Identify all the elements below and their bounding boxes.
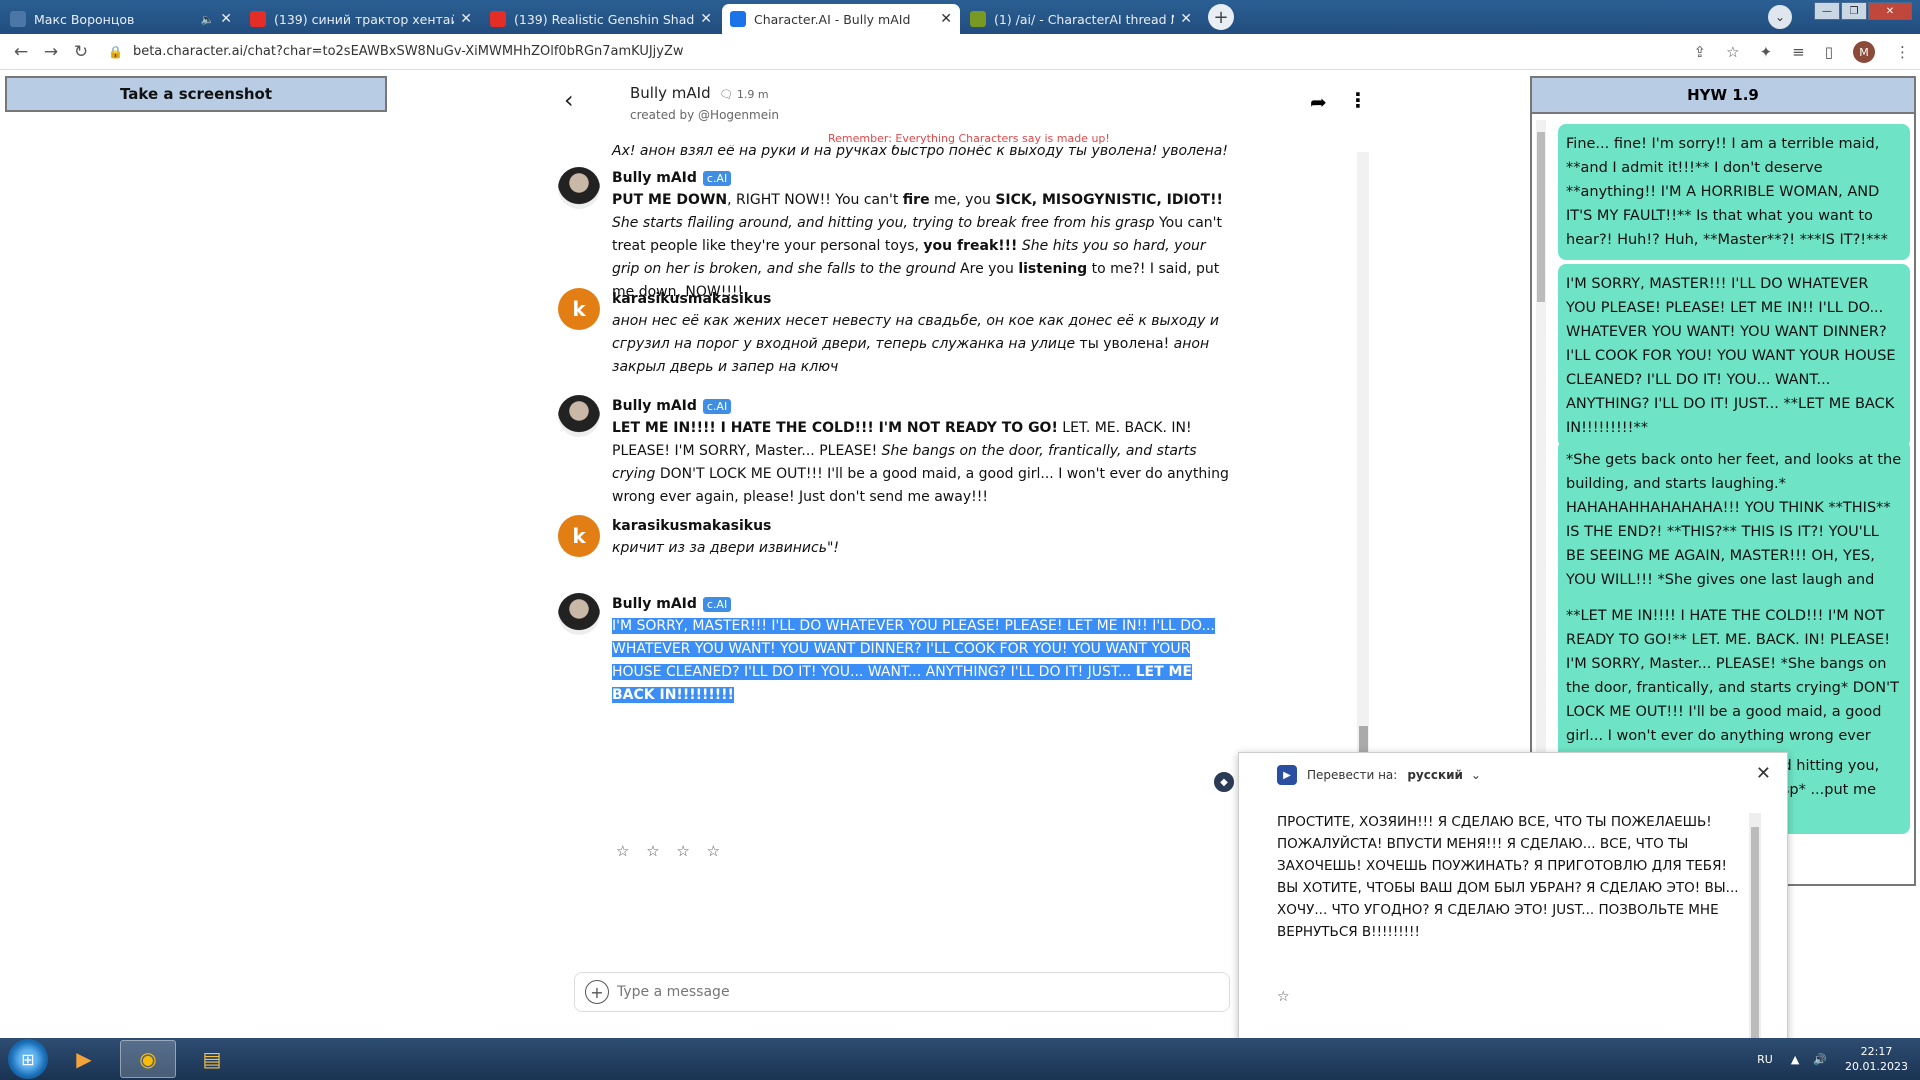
message-author: Bully mAId c.AI [612,593,732,616]
browser-toolbar: ← → ↻ 🔒 beta.character.ai/chat?char=to2s… [0,34,1920,70]
language-indicator[interactable]: RU [1757,1053,1773,1066]
message-author: karasikusmakasikus [612,518,772,534]
message-input[interactable]: + Type a message [574,972,1230,1012]
message-author: Bully mAId c.AI [612,395,732,418]
tab-search-button[interactable]: ⌄ [1768,5,1792,29]
side-panel-icon[interactable]: ▯ [1825,43,1833,61]
cai-badge: c.AI [702,171,732,186]
translator-logo-icon: ▶ [1277,765,1297,785]
share-icon[interactable]: ➦ [1310,90,1327,114]
avatar[interactable] [558,593,600,635]
minimize-button[interactable]: — [1814,2,1840,20]
bot-name: Bully mAId 🗨 1.9 m [630,84,769,102]
avatar[interactable] [558,167,600,209]
menu-dots-icon[interactable]: ⋮ [1895,43,1910,61]
characterai-icon [730,11,746,27]
translate-scrollbar[interactable] [1749,813,1761,1049]
forward-icon[interactable]: → [36,42,66,62]
hyw-message-bubble[interactable]: I'M SORRY, MASTER!!! I'LL DO WHATEVER YO… [1558,264,1910,448]
avatar[interactable] [558,395,600,437]
tab-title: (139) Realistic Genshin Shaders G [514,11,695,27]
avatar[interactable]: k [558,515,600,557]
hyw-panel-title: HYW 1.9 [1532,78,1914,114]
chat-header: ‹ Bully mAId 🗨 1.9 m created by @Hogenme… [548,76,1368,132]
close-tab-icon[interactable]: ✕ [940,11,952,27]
language-select[interactable]: русский [1407,768,1463,782]
close-tab-icon[interactable]: ✕ [700,11,712,27]
tab-title: Макс Воронцов [34,11,135,27]
maximize-button[interactable]: ❐ [1841,2,1867,20]
close-window-button[interactable]: ✕ [1868,2,1912,20]
tab-title: Character.AI - Bully mAId [754,11,911,27]
cut-message: Ах! анон взял её на руки и на ручках быс… [612,145,1228,159]
back-icon[interactable]: ← [6,42,36,62]
close-icon[interactable]: ✕ [1756,763,1771,784]
take-screenshot-button[interactable]: Take a screenshot [5,76,387,112]
system-tray: RU ▲ 🔊 22:17 20.01.2023 [1757,1038,1908,1080]
translate-popup: ▶ Перевести на: русский ⌄ ✕ ПРОСТИТЕ, ХО… [1238,752,1788,1050]
message-text: I'M SORRY, MASTER!!! I'LL DO WHATEVER YO… [612,618,1215,703]
start-button[interactable]: ⊞ [8,1039,48,1079]
close-tab-icon[interactable]: ✕ [220,11,232,27]
share-page-icon[interactable]: ⇪ [1694,43,1707,61]
disclaimer-text: Remember: Everything Characters say is m… [828,132,1110,145]
tray-arrow-icon[interactable]: ▲ [1791,1053,1799,1066]
4chan-icon [970,11,986,27]
creator-label[interactable]: created by @Hogenmein [630,108,779,122]
message-author: Bully mAId c.AI [612,167,732,190]
chevron-down-icon[interactable]: ⌄ [1471,768,1481,782]
translate-header: ▶ Перевести на: русский ⌄ [1277,765,1481,785]
message-text: LET ME IN!!!! I HATE THE COLD!!! I'M NOT… [612,420,1229,505]
message-text: кричит из за двери извинись"! [612,540,840,556]
hyw-message-bubble[interactable]: Fine... fine! I'm sorry!! I am a terribl… [1558,124,1910,260]
browser-tab[interactable]: (139) синий трактор хентай - Yo ✕ [242,4,480,34]
chrome-icon[interactable]: ◉ [120,1040,176,1078]
message-input-placeholder: Type a message [617,984,730,1000]
cai-badge: c.AI [702,597,732,612]
reload-icon[interactable]: ↻ [66,42,96,62]
extensions-icon[interactable]: ✦ [1760,43,1773,61]
toolbar-actions: ⇪ ☆ ✦ ≡ ▯ M ⋮ [1674,34,1910,70]
close-tab-icon[interactable]: ✕ [1180,11,1192,27]
reading-list-icon[interactable]: ≡ [1792,43,1805,61]
message-text: анон нес её как жених несет невесту на с… [612,313,1219,375]
browser-tab[interactable]: Макс Воронцов 🔈 ✕ [2,4,240,34]
windows-taskbar: ⊞ ▶ ◉ ▤ RU ▲ 🔊 22:17 20.01.2023 [0,1038,1920,1080]
lock-icon: 🔒 [108,44,123,59]
avatar[interactable]: k [558,288,600,330]
browser-tab[interactable]: (139) Realistic Genshin Shaders G ✕ [482,4,720,34]
plus-icon[interactable]: + [585,980,609,1004]
translate-fab-icon[interactable]: ◆ [1212,770,1236,794]
media-player-icon[interactable]: ▶ [56,1040,112,1078]
browser-tab-bar: Макс Воронцов 🔈 ✕ (139) синий трактор хента… [0,0,1920,34]
address-bar[interactable]: 🔒 beta.character.ai/chat?char=to2sEAWBxS… [108,44,684,59]
message-text: PUT ME DOWN, RIGHT NOW!! You can't fire … [612,192,1223,300]
bookmark-star-icon[interactable]: ☆ [1726,43,1739,61]
window-controls: — ❐ ✕ [1813,2,1912,20]
folder-icon[interactable]: ▤ [184,1040,240,1078]
close-tab-icon[interactable]: ✕ [460,11,472,27]
tab-title: (139) синий трактор хентай - Yo [274,11,455,27]
tab-title: (1) /ai/ - CharacterAI thread №20 [994,11,1174,27]
clock[interactable]: 22:17 20.01.2023 [1845,1044,1908,1074]
cai-badge: c.AI [702,399,732,414]
speaker-icon[interactable]: 🔈 [201,13,215,26]
more-options-icon[interactable]: ⋮ [1348,88,1368,112]
message-author: karasikusmakasikus [612,291,772,307]
youtube-icon [490,11,506,27]
vk-icon [10,11,26,27]
url-text: beta.character.ai/chat?char=to2sEAWBxSW8… [132,44,684,59]
rating-stars[interactable]: ☆ ☆ ☆ ☆ [616,842,726,860]
favorite-star-icon[interactable]: ☆ [1277,989,1290,1005]
browser-tab[interactable]: (1) /ai/ - CharacterAI thread №20 ✕ [962,4,1200,34]
browser-tab[interactable]: Character.AI - Bully mAId ✕ [722,4,960,34]
youtube-icon [250,11,266,27]
translated-text: ПРОСТИТЕ, ХОЗЯИН!!! Я СДЕЛАЮ ВСЕ, ЧТО ТЫ… [1277,814,1739,940]
profile-avatar[interactable]: M [1853,41,1875,63]
volume-icon[interactable]: 🔊 [1813,1053,1827,1066]
new-tab-button[interactable]: + [1208,4,1234,30]
interactions-count: 🗨 1.9 m [719,88,769,101]
chevron-left-icon[interactable]: ‹ [564,86,574,114]
